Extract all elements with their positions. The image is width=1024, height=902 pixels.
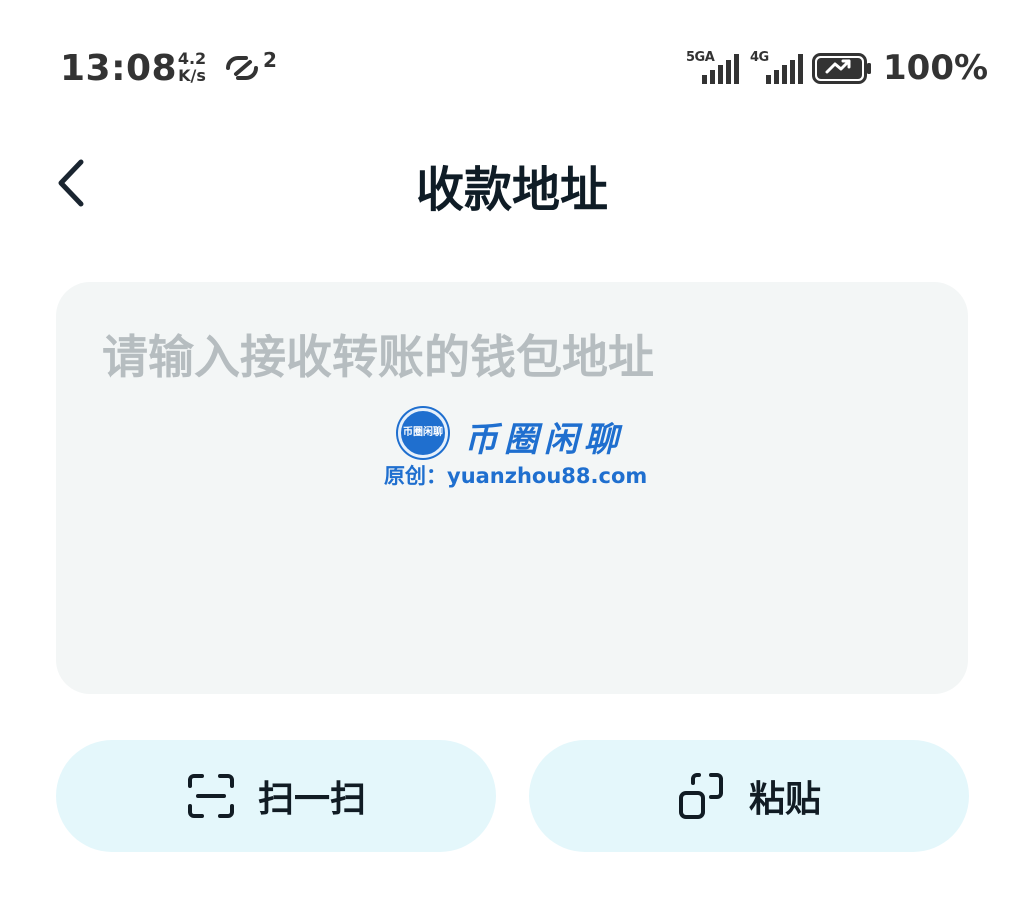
signal-icon — [702, 54, 739, 84]
paste-icon — [678, 773, 723, 819]
status-bar: 13:08 4.2 K/s 2 5GA 4G 100% — [0, 0, 1024, 140]
status-time: 13:08 — [60, 48, 178, 89]
paste-button-label: 粘贴 — [748, 779, 821, 820]
watermark-logo: 币圈闲聊 — [398, 408, 448, 458]
scan-icon — [187, 774, 234, 818]
link-icon — [226, 56, 258, 80]
watermark-name: 币圈闲聊 — [464, 420, 624, 460]
watermark: 币圈闲聊 币圈闲聊 原创：yuanzhou88.com — [384, 408, 684, 492]
wallet-address-input[interactable] — [102, 322, 922, 392]
battery-level: 100% — [883, 48, 989, 88]
network-speed-unit: K/s — [178, 66, 206, 85]
battery-charging-icon — [812, 53, 871, 84]
link-count: 2 — [263, 48, 277, 72]
paste-button[interactable]: 粘贴 — [529, 740, 969, 852]
page-title: 收款地址 — [415, 162, 608, 218]
network-speed-value: 4.2 — [177, 49, 207, 68]
scan-button-label: 扫一扫 — [257, 779, 366, 820]
scan-button[interactable]: 扫一扫 — [56, 740, 496, 852]
network-speed: 4.2 K/s — [172, 50, 212, 84]
watermark-url: 原创：yuanzhou88.com — [384, 464, 648, 488]
signal-icon — [766, 54, 803, 84]
